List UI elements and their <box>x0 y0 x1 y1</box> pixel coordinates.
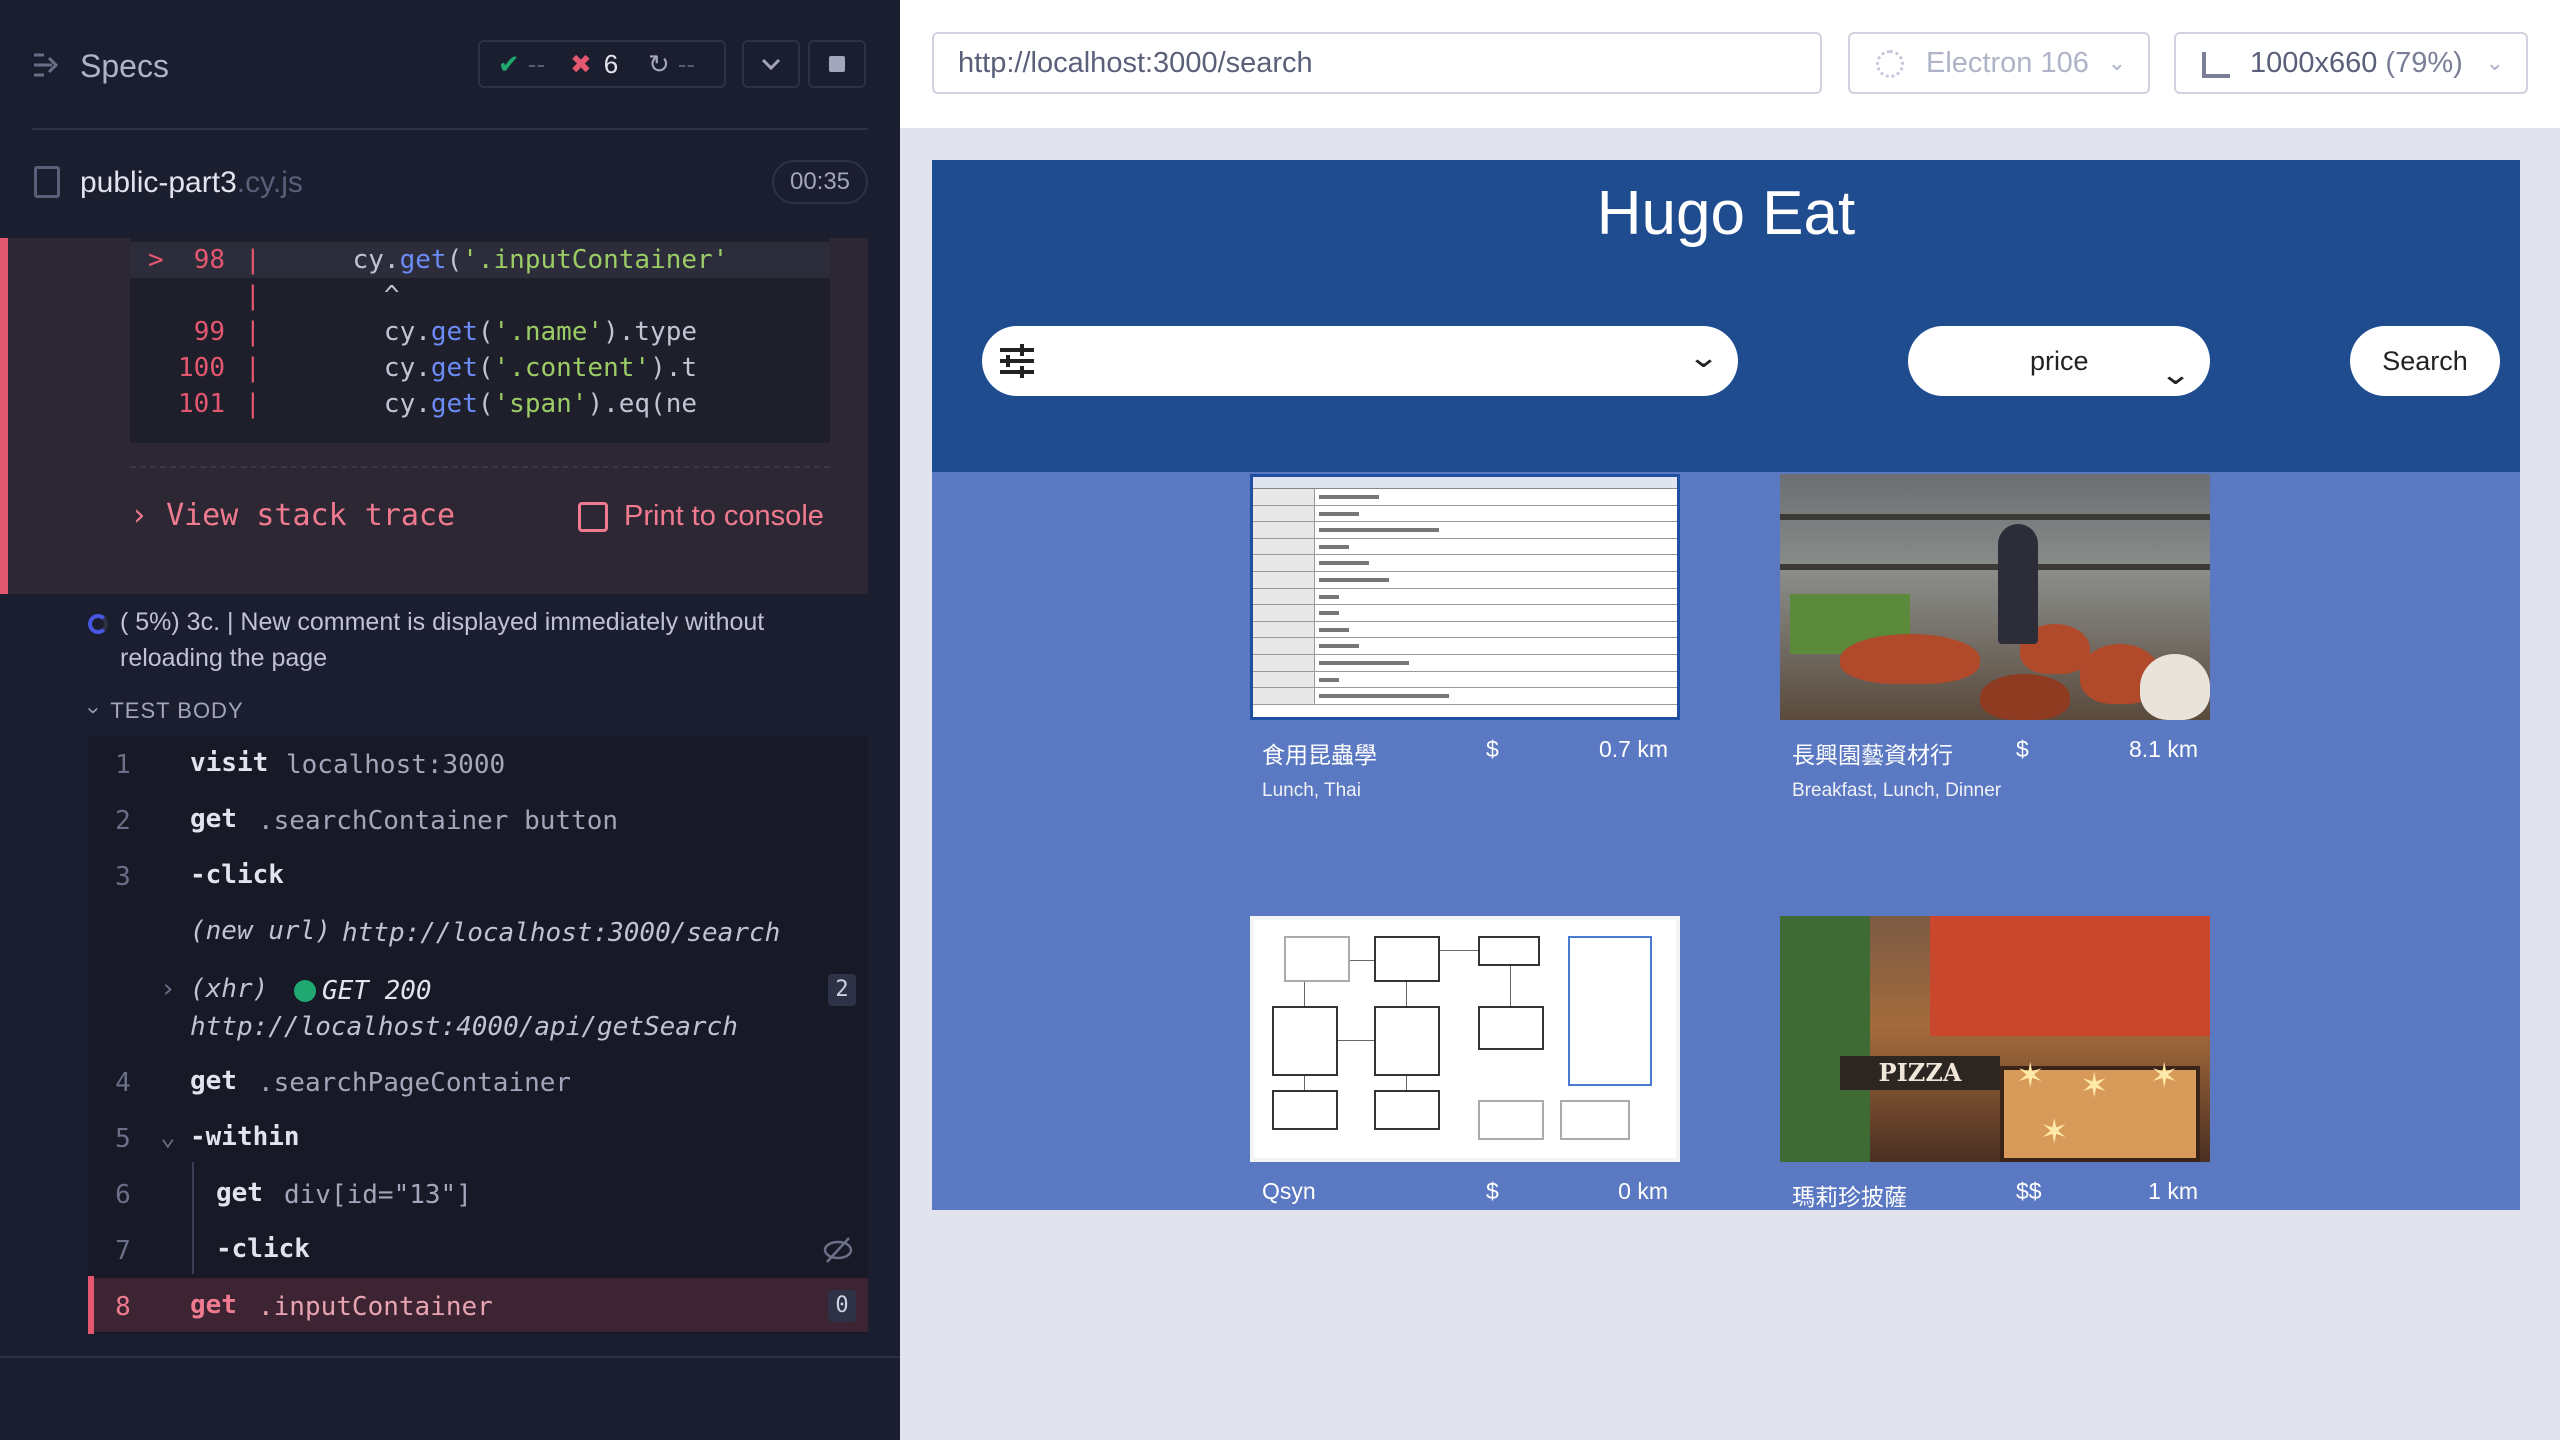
specs-title[interactable]: Specs <box>80 48 169 85</box>
restaurant-name: 瑪莉珍披薩 <box>1792 1184 1907 1210</box>
restaurant-image <box>1250 474 1680 720</box>
xhr-event[interactable]: › (xhr) GET 200 http://localhost:4000/ap… <box>88 962 868 1042</box>
chevron-down-icon: ⌄ <box>1687 341 1720 374</box>
tune-icon <box>1000 344 1034 378</box>
stop-icon <box>829 56 845 72</box>
command-row[interactable]: 1 visit localhost:3000 <box>88 736 868 790</box>
chevron-down-icon <box>761 58 781 71</box>
viewport-selector[interactable]: 1000x660 (79%) ⌄ <box>2174 32 2528 94</box>
restaurant-price: $ <box>2016 736 2029 762</box>
error-indicator-bar <box>0 238 8 594</box>
header-divider <box>32 128 868 130</box>
chevron-down-icon: ⌄ <box>2485 50 2504 75</box>
failed-count: ✖ 6 <box>570 48 619 79</box>
chevron-right-icon: › <box>130 498 149 533</box>
spec-file-row: public-part3.cy.js 00:35 <box>0 150 900 220</box>
url-bar[interactable]: http://localhost:3000/search <box>932 32 1822 94</box>
reporter-panel: Specs ✔ -- ✖ 6 ↻ -- public-part3.cy.js 00:3… <box>0 0 900 1440</box>
code-frame-divider <box>130 466 830 468</box>
browser-selector[interactable]: Electron 106 ⌄ <box>1848 32 2150 94</box>
restaurant-image: PIZZA ✶ ✶ ✶ ✶ <box>1780 916 2210 1162</box>
command-row[interactable]: 6 get div[id="13"] <box>88 1166 868 1220</box>
restaurant-price: $ <box>1486 736 1499 762</box>
app-header: Hugo Eat ⌄ price ⌄ Search <box>932 160 2520 472</box>
aut-panel: http://localhost:3000/search Electron 10… <box>900 0 2560 1440</box>
chevron-down-icon: ⌄ <box>2107 50 2126 75</box>
ruler-icon <box>2202 52 2230 78</box>
restaurant-name: Qsyn <box>1262 1178 1316 1204</box>
stop-button[interactable] <box>808 40 866 88</box>
failed-command-indicator <box>88 1276 94 1334</box>
restaurant-name: 長興園藝資材行 <box>1792 742 1953 768</box>
price-select[interactable]: price ⌄ <box>1908 326 2210 396</box>
restaurant-distance: 0.7 km <box>1598 736 1668 762</box>
chevron-down-icon: ⌄ <box>160 1122 176 1152</box>
chevron-right-icon: › <box>160 974 176 1004</box>
terminal-icon <box>578 501 608 532</box>
search-button[interactable]: Search <box>2350 326 2500 396</box>
spec-duration: 00:35 <box>772 160 868 204</box>
reporter-header: Specs ✔ -- ✖ 6 ↻ -- <box>0 0 900 130</box>
specs-list-icon[interactable] <box>32 52 62 78</box>
restaurant-tags: Breakfast, Lunch, Dinner <box>1792 780 2002 801</box>
spec-file-name[interactable]: public-part3.cy.js <box>80 166 303 200</box>
restaurant-name: 食用昆蟲學 <box>1262 742 1377 768</box>
element-count-badge: 0 <box>828 1290 856 1322</box>
collapse-all-button[interactable] <box>742 40 800 88</box>
new-url-event[interactable]: (new url) http://localhost:3000/search <box>88 904 868 958</box>
test-stats: ✔ -- ✖ 6 ↻ -- <box>478 40 726 88</box>
passed-count: ✔ -- <box>498 48 546 79</box>
command-row[interactable]: 7 -click <box>88 1222 868 1276</box>
pending-count: ↻ -- <box>648 48 696 79</box>
view-stack-trace-toggle[interactable]: › View stack trace <box>130 498 455 533</box>
command-row-failed[interactable]: 8 get .inputContainer 0 <box>88 1278 868 1332</box>
restaurant-distance: 8.1 km <box>2128 736 2198 762</box>
document-icon <box>34 166 60 198</box>
aut-toolbar: http://localhost:3000/search Electron 10… <box>900 0 2560 128</box>
reporter-bottom-divider <box>0 1356 900 1358</box>
xhr-count-badge: 2 <box>828 974 856 1006</box>
app-title: Hugo Eat <box>1596 179 1856 248</box>
command-row[interactable]: 5 ⌄ -within <box>88 1110 868 1164</box>
command-row[interactable]: 4 get .searchPageContainer <box>88 1054 868 1108</box>
app-viewport: Hugo Eat ⌄ price ⌄ Search 食用昆蟲學 $ 0.7 km <box>932 160 2520 1210</box>
test-body-toggle[interactable]: › TEST BODY <box>82 698 244 724</box>
restaurant-image <box>1780 474 2210 720</box>
status-dot-icon <box>294 980 316 1002</box>
restaurant-image <box>1250 916 1680 1162</box>
filter-select[interactable]: ⌄ <box>982 326 1738 396</box>
within-scope-line <box>192 1162 194 1274</box>
pizza-sign: PIZZA <box>1840 1056 2000 1090</box>
test-title[interactable]: ( 5%) 3c. | New comment is displayed imm… <box>120 604 840 676</box>
command-log: 1 visit localhost:3000 2 get .searchCont… <box>88 736 868 1334</box>
eye-hidden-icon[interactable] <box>822 1236 854 1264</box>
restaurant-price: $ <box>1486 1178 1499 1204</box>
restaurant-tags: Lunch, Thai <box>1262 780 1361 801</box>
browser-icon <box>1876 50 1904 78</box>
restaurant-distance: 1 km <box>2148 1178 2198 1204</box>
chevron-down-icon: › <box>82 706 108 716</box>
code-line: >98 | cy.get('.inputContainer' <box>130 242 830 278</box>
print-to-console-button[interactable]: Print to console <box>578 500 824 533</box>
running-spinner-icon <box>88 614 108 634</box>
command-row[interactable]: 3 -click <box>88 848 868 902</box>
restaurant-distance: 0 km <box>1618 1178 1668 1204</box>
code-frame: >98 | cy.get('.inputContainer' | ^ 99 | cy.g… <box>130 238 830 443</box>
command-row[interactable]: 2 get .searchContainer button <box>88 792 868 846</box>
restaurant-price: $$ <box>2016 1178 2042 1204</box>
chevron-down-icon: ⌄ <box>2159 358 2192 391</box>
